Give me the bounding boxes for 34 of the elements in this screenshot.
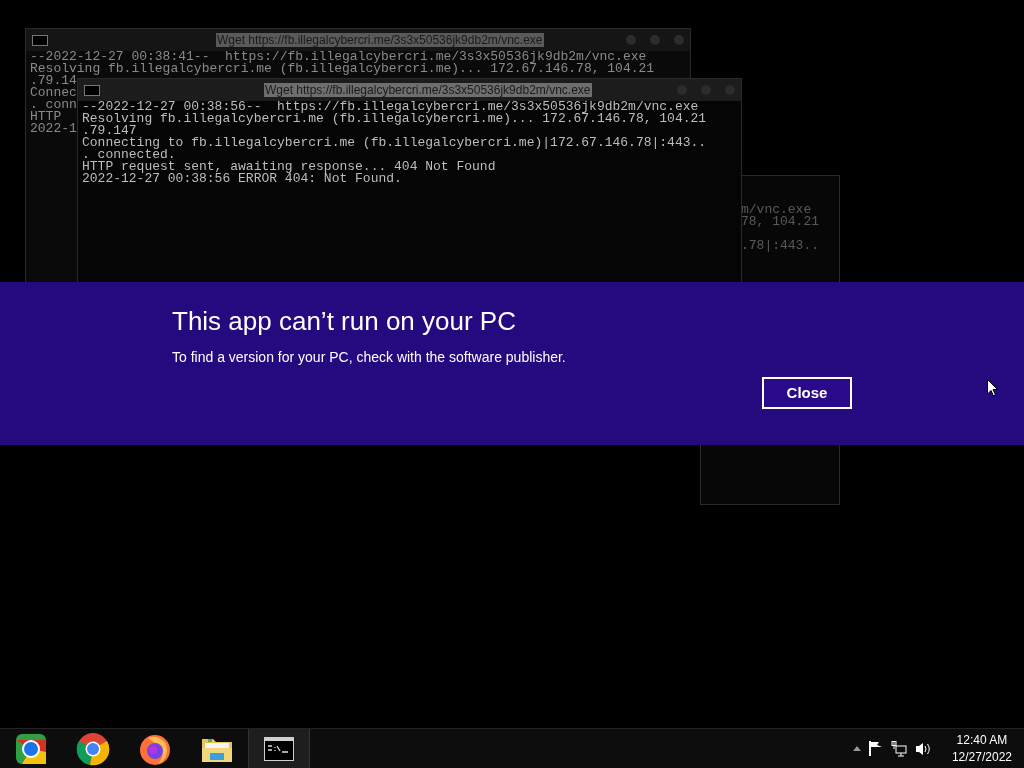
console-line: --2022-12-27 00:38:41-- https://fb.illegalcybercri.me/3s3x50536jk9db2m/vnc.exe [30,51,647,63]
console-line: 78, 104.21 [741,216,819,228]
dialog-message: To find a version for your PC, check with the software publisher. [172,348,567,366]
clock-date[interactable]: 12/27/2022 [951,748,1012,766]
console-line: Resolving fb.illegalcybercri.me (fb.illegalcybercri.me)... 172.67.146.78, 104.21 [82,113,707,125]
console-line: HTTP [30,111,62,123]
console-line: HTTP request sent, awaiting response... 404 Not Found [82,161,496,173]
speaker-icon[interactable] [914,741,932,756]
console-line: . conn [30,99,77,111]
mouse-cursor-icon [987,379,998,397]
console-line: Connecting to fb.illegalcybercri.me (fb.illegalcybercri.me)|172.67.146.78|:443.. [82,137,707,149]
console-line: 2022-12-27 00:38:56 ERROR 404: Not Found. [82,173,402,185]
console-line: .79.14 [30,75,77,87]
console-icon [32,34,48,46]
flag-icon[interactable] [868,741,883,756]
console-line: Resolving fb.illegalcybercri.me (fb.illegalcybercri.me)... 172.67.146.78, 104.21 [30,63,655,75]
console-line: .79.147 [82,125,137,137]
window-title: Wget https://fb.illegalcybercri.me/3s3x50536jk9db2m/vnc.exe [264,83,592,97]
console-line: m/vnc.exe [741,204,812,216]
old-browser-icon[interactable] [14,731,48,766]
console-line: .78|:443.. [741,240,819,252]
show-hidden-icons-icon[interactable] [852,746,861,751]
console-icon [84,84,100,96]
console-line: . connected. [82,149,176,161]
network-icon[interactable] [890,740,907,757]
console-line: --2022-12-27 00:38:56-- https://fb.illegalcybercri.me/3s3x50536jk9db2m/vnc.exe [82,101,699,113]
command-prompt-icon[interactable] [264,736,294,761]
clock-time[interactable]: 12:40 AM [956,731,1008,749]
browser-icon[interactable] [76,731,110,766]
console-line: 2022-1 [30,123,77,135]
console-line: Connec [30,87,77,99]
dialog-title: This app can’t run on your PC [172,306,517,336]
close-button[interactable]: Close [762,377,852,409]
window-title: Wget https://fb.illegalcybercri.me/3s3x50536jk9db2m/vnc.exe [216,33,544,47]
